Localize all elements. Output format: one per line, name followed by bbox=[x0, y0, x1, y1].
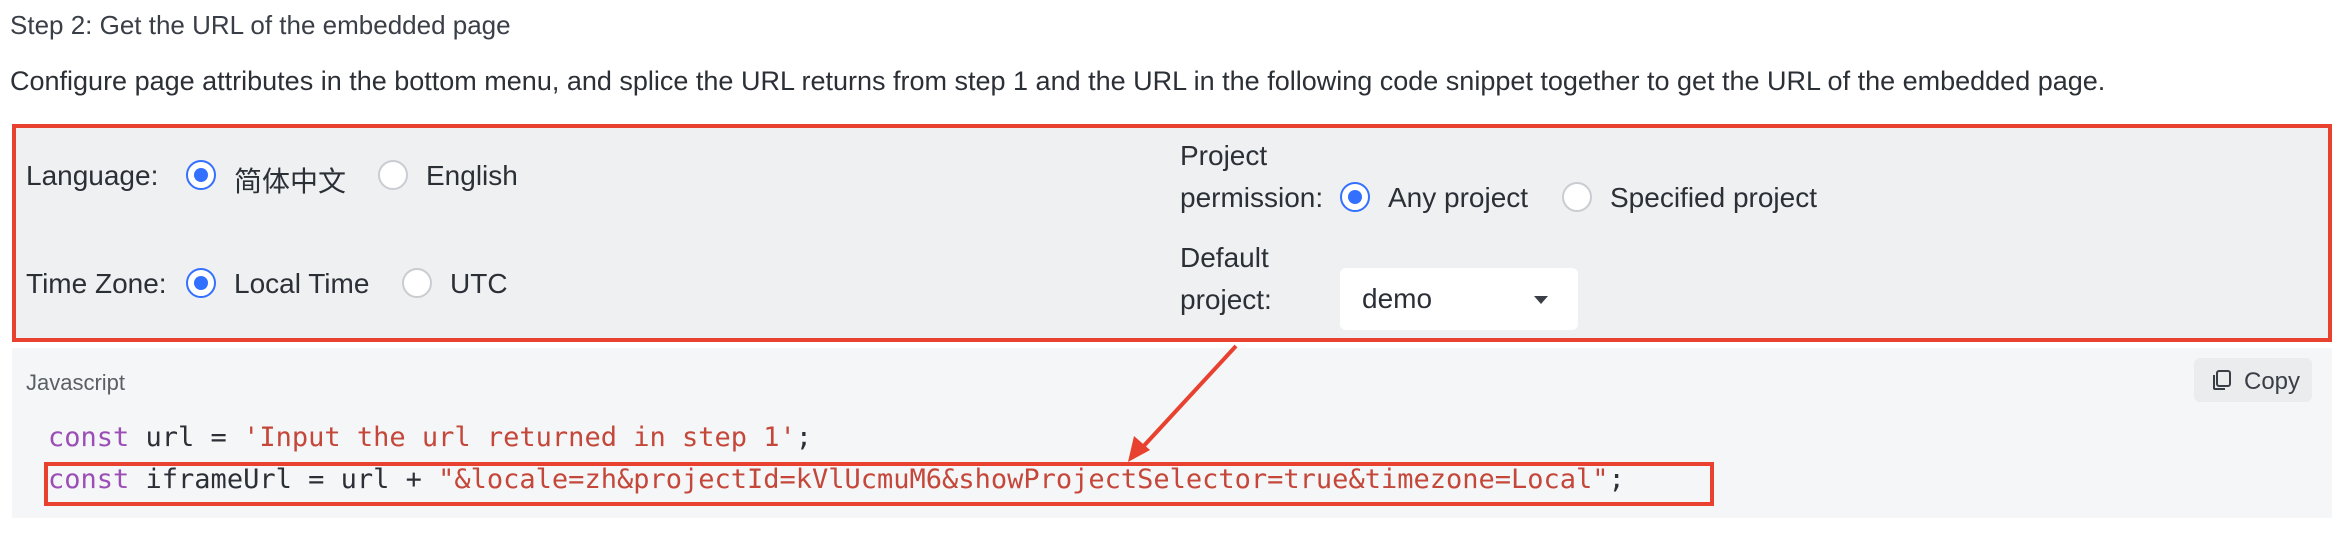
default-project-label-line1: Default bbox=[1180, 242, 1269, 273]
project-permission-radio-any[interactable] bbox=[1340, 182, 1370, 212]
default-project-value: demo bbox=[1362, 283, 1433, 314]
step-title: Step 2: Get the URL of the embedded page bbox=[10, 10, 511, 40]
default-project-label-line2: project: bbox=[1180, 284, 1272, 315]
language-radio-zh[interactable] bbox=[186, 160, 216, 190]
time-zone-radio-utc[interactable] bbox=[402, 268, 432, 298]
language-option-zh[interactable]: 简体中文 bbox=[234, 160, 346, 200]
project-permission-label-line1: Project bbox=[1180, 140, 1268, 171]
caret-down-icon bbox=[1534, 296, 1548, 304]
language-radio-en[interactable] bbox=[378, 160, 408, 190]
code-line-1: const url = 'Input the url returned in s… bbox=[48, 422, 812, 453]
copy-button[interactable]: Copy bbox=[2194, 358, 2312, 402]
time-zone-option-utc[interactable]: UTC bbox=[450, 268, 508, 300]
time-zone-radio-local[interactable] bbox=[186, 268, 216, 298]
code-language-label: Javascript bbox=[26, 370, 126, 395]
time-zone-option-local[interactable]: Local Time bbox=[234, 268, 369, 300]
project-permission-option-specified[interactable]: Specified project bbox=[1610, 182, 1817, 214]
language-label: Language: bbox=[26, 160, 159, 191]
code-text: url = bbox=[129, 422, 244, 453]
project-permission-option-any[interactable]: Any project bbox=[1388, 182, 1528, 214]
code-terminator: ; bbox=[795, 422, 813, 453]
code-keyword: const bbox=[48, 422, 130, 453]
config-panel bbox=[12, 124, 2332, 342]
highlight-box bbox=[44, 462, 1714, 506]
default-project-select[interactable]: demo bbox=[1340, 268, 1578, 330]
time-zone-label: Time Zone: bbox=[26, 268, 167, 299]
project-permission-radio-specified[interactable] bbox=[1562, 182, 1592, 212]
project-permission-label-line2: permission: bbox=[1180, 182, 1324, 213]
code-string: 'Input the url returned in step 1' bbox=[243, 422, 796, 453]
language-option-en[interactable]: English bbox=[426, 160, 518, 192]
copy-icon bbox=[2213, 370, 2231, 390]
copy-label: Copy bbox=[2244, 368, 2301, 395]
step-description: Configure page attributes in the bottom … bbox=[10, 66, 2106, 96]
